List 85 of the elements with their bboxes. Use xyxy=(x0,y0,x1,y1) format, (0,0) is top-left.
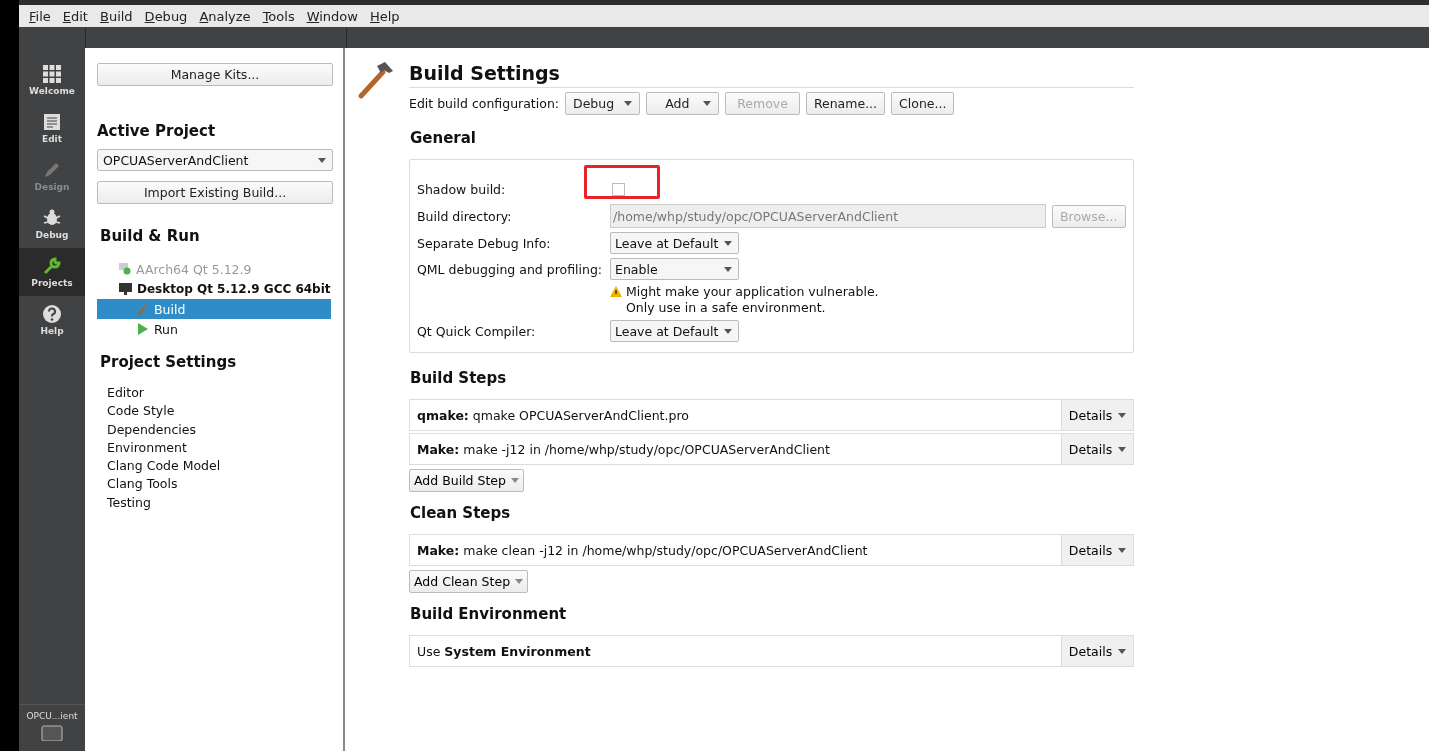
warning-text: Might make your application vulnerable. Only use in a safe environment. xyxy=(626,284,879,316)
field-label: Qt Quick Compiler: xyxy=(417,323,537,339)
mode-tab[interactable]: Help xyxy=(19,296,85,344)
project-selector-label[interactable]: OPCU...ient xyxy=(26,711,78,721)
details-button[interactable]: Details xyxy=(1061,434,1133,464)
play-icon xyxy=(137,323,149,335)
caret-icon xyxy=(511,478,519,483)
option-combo[interactable]: Leave at Default xyxy=(610,232,739,254)
settings-item[interactable]: Clang Code Model xyxy=(97,458,331,477)
mode-tab[interactable]: Edit xyxy=(19,104,85,152)
menu-item[interactable]: Window xyxy=(300,8,364,24)
menu-item[interactable]: Build xyxy=(93,8,139,24)
menu-item[interactable]: Tools xyxy=(256,8,301,24)
bug-icon xyxy=(42,208,62,228)
menu-item[interactable]: Analyze xyxy=(193,8,257,24)
caret-icon xyxy=(724,266,732,272)
option-combo[interactable]: Leave at Default xyxy=(610,320,739,342)
mode-tab[interactable]: Debug xyxy=(19,200,85,248)
field-label: Separate Debug Info: xyxy=(417,235,552,251)
caret-icon xyxy=(724,240,732,246)
document-icon xyxy=(42,112,62,132)
field-label: QML debugging and profiling: xyxy=(417,261,604,277)
monitor-icon[interactable] xyxy=(41,725,63,741)
import-build-button[interactable]: Import Existing Build... xyxy=(97,181,333,204)
step-summary: qmake: qmake OPCUAServerAndClient.pro xyxy=(417,407,689,423)
hammer-icon xyxy=(137,303,149,315)
project-combo[interactable]: OPCUAServerAndClient xyxy=(97,149,333,171)
config-combo[interactable]: Debug xyxy=(565,92,641,115)
manage-kits-button[interactable]: Manage Kits... xyxy=(97,63,333,86)
mode-tab[interactable]: Welcome xyxy=(19,56,85,104)
caret-icon xyxy=(724,328,732,334)
section-heading: Project Settings xyxy=(99,353,238,371)
section-heading: Active Project xyxy=(97,122,217,140)
page-title: Build Settings xyxy=(409,56,1134,88)
menu-item[interactable]: Debug xyxy=(138,8,194,24)
caret-icon xyxy=(624,101,633,106)
settings-item[interactable]: Environment xyxy=(97,439,331,459)
field-label: Build directory: xyxy=(417,208,513,224)
step-summary: Use System Environment xyxy=(417,643,591,659)
option-combo[interactable]: Enable xyxy=(610,258,739,280)
field-label: Shadow build: xyxy=(417,181,507,197)
add-menu-button[interactable]: Add xyxy=(646,92,720,115)
settings-item[interactable]: Dependencies xyxy=(97,421,331,440)
step-summary: Make: make -j12 in /home/whp/study/opc/OPCUAServerAndClient xyxy=(417,441,830,457)
menu-item[interactable]: File xyxy=(23,8,57,24)
step-summary: Make: make clean -j12 in /home/whp/study/opc/OPCUAServerAndClient xyxy=(417,542,868,558)
caret-icon xyxy=(1118,648,1127,654)
hammer-icon xyxy=(357,60,395,102)
caret-icon xyxy=(703,101,712,106)
section-heading: Build & Run xyxy=(99,227,201,245)
section-heading: Build Steps xyxy=(410,369,508,387)
warning-icon xyxy=(610,286,622,298)
help-icon xyxy=(42,304,62,324)
config-label: Edit build configuration: xyxy=(409,96,560,111)
pencil-icon xyxy=(42,160,62,180)
menu-item[interactable]: Help xyxy=(363,8,406,24)
add-step-button[interactable]: Add Build Step xyxy=(409,469,524,492)
details-button[interactable]: Details xyxy=(1061,636,1133,666)
details-button[interactable]: Details xyxy=(1061,400,1133,430)
caret-icon xyxy=(1118,446,1127,452)
grid-icon xyxy=(42,64,62,84)
section-heading: Clean Steps xyxy=(410,504,512,522)
add-step-button[interactable]: Add Clean Step xyxy=(409,570,529,593)
checkbox[interactable] xyxy=(612,182,625,196)
settings-item[interactable]: Clang Tools xyxy=(97,476,331,495)
settings-item[interactable]: Code Style xyxy=(97,403,331,422)
config-button[interactable]: Clone... xyxy=(891,92,955,115)
caret-icon xyxy=(515,579,524,584)
wrench-icon xyxy=(42,256,62,276)
tree-item[interactable]: Build xyxy=(97,299,331,319)
mode-tab[interactable]: Projects xyxy=(19,248,85,296)
caret-icon xyxy=(318,157,326,163)
details-button[interactable]: Details xyxy=(1061,535,1133,565)
tree-item[interactable]: Run xyxy=(97,319,331,339)
kit-add-icon xyxy=(119,263,131,275)
config-button[interactable]: Rename... xyxy=(805,92,886,115)
monitor-icon xyxy=(119,283,132,295)
menu-item[interactable]: Edit xyxy=(56,8,94,24)
settings-item[interactable]: Testing xyxy=(97,494,331,514)
caret-icon xyxy=(1118,547,1127,553)
section-heading: Build Environment xyxy=(410,605,568,623)
settings-item[interactable]: Editor xyxy=(97,385,331,404)
caret-icon xyxy=(1118,412,1127,418)
section-heading: General xyxy=(410,129,477,147)
kit-item[interactable]: Desktop Qt 5.12.9 GCC 64bit xyxy=(97,279,331,299)
